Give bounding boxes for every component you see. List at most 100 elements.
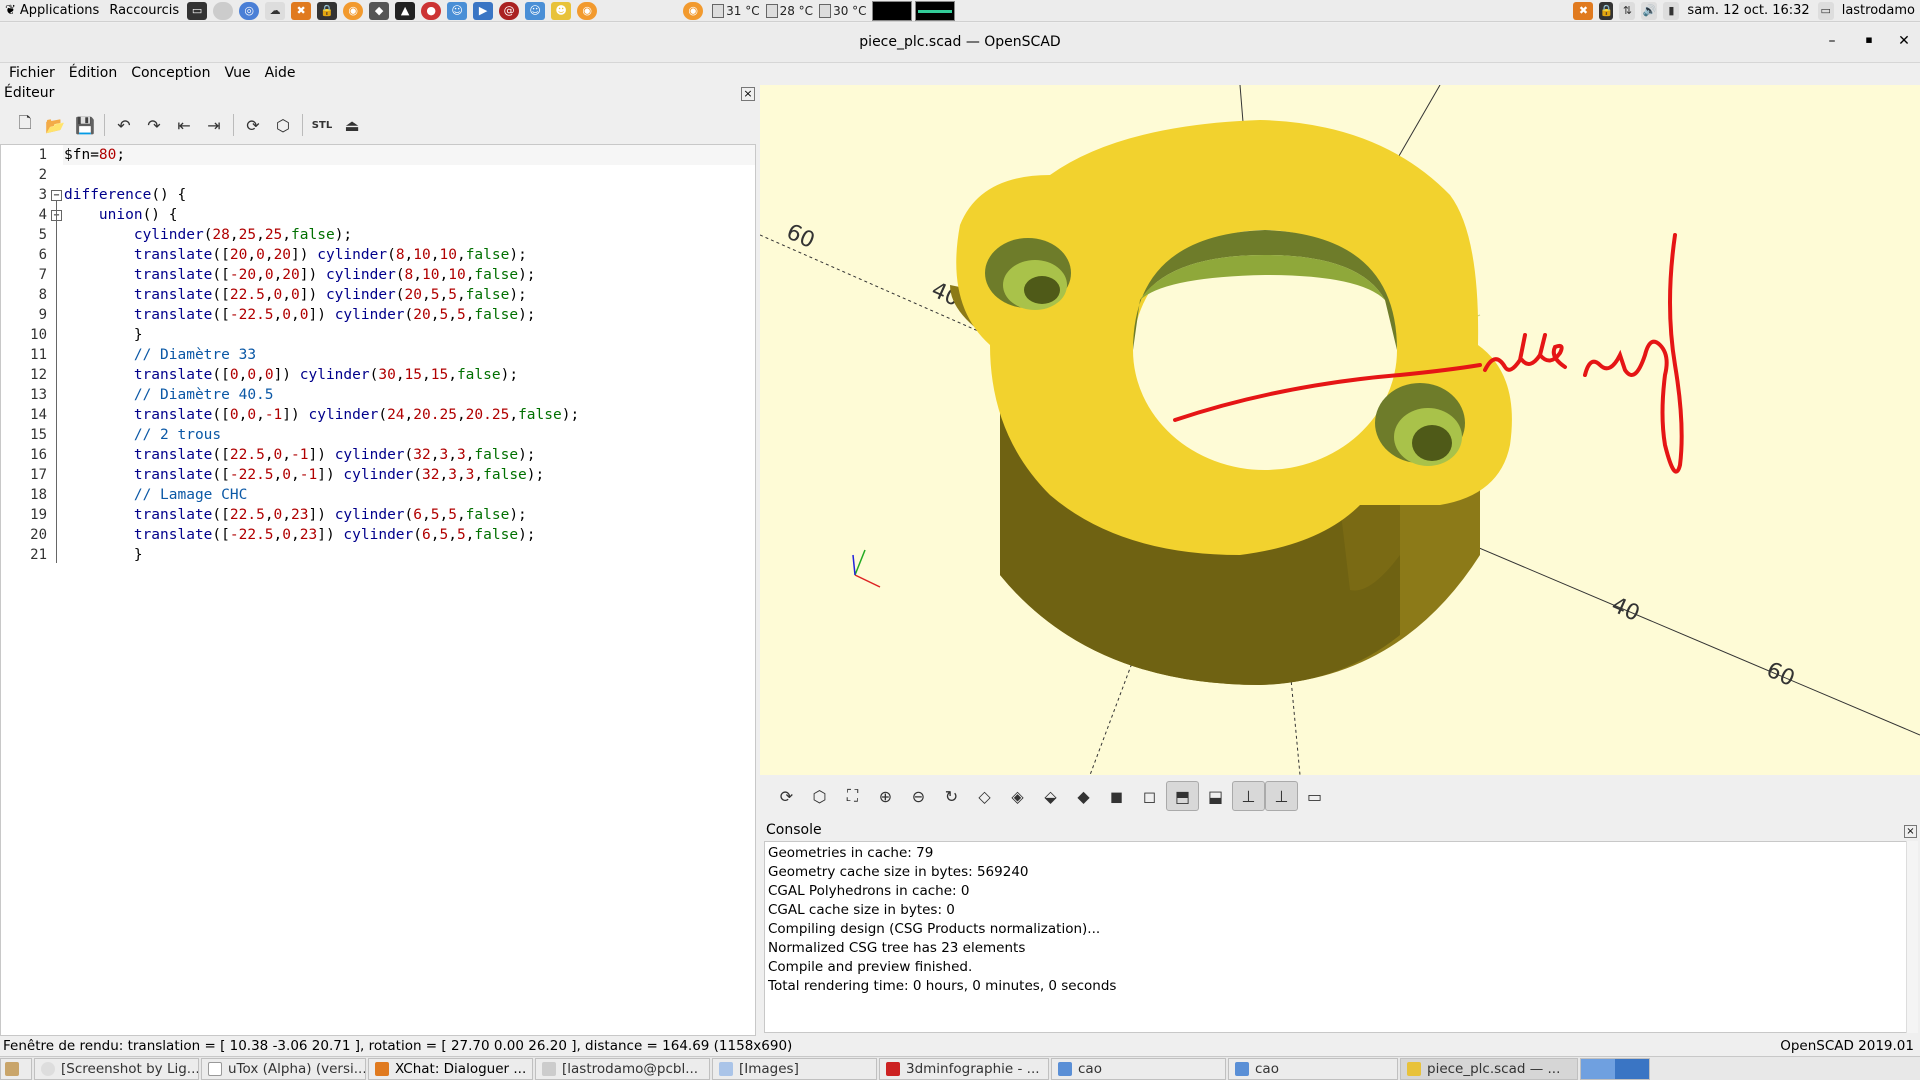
send-print-icon[interactable]: ⏏ [337,112,367,138]
cloud-icon[interactable]: ☁ [265,1,286,20]
battery-icon[interactable]: ▮ [1663,1,1680,20]
code-line[interactable]: translate([0,0,-1]) cylinder(24,20.25,20… [64,405,579,425]
workspace-switcher[interactable] [1580,1057,1650,1080]
lock-icon[interactable]: 🔒 [317,1,338,20]
applications-menu[interactable]: ❦ Applications [0,3,104,18]
open-file-icon[interactable]: 📂 [40,112,70,138]
render-icon[interactable]: ⬡ [268,112,298,138]
task-utox[interactable]: uTox (Alpha) (versi... [201,1057,366,1080]
view-front-icon[interactable]: ◼ [1100,781,1133,811]
task-openscad[interactable]: piece_plc.scad — ... [1400,1057,1578,1080]
show-axes-icon[interactable]: ⊥ [1232,781,1265,811]
debian-icon[interactable]: @ [499,1,520,20]
code-line[interactable]: difference() { [64,185,186,205]
view-right-icon[interactable]: ◇ [968,781,1001,811]
editor-close-button[interactable]: × [741,87,755,101]
show-edges-icon[interactable]: ▭ [1298,781,1331,811]
code-line[interactable]: translate([22.5,0,-1]) cylinder(32,3,3,f… [64,445,536,465]
blender-icon[interactable]: ◉ [343,1,364,20]
media-icon[interactable]: ▶ [473,1,494,20]
task-xchat[interactable]: XChat: Dialoguer ... [368,1057,533,1080]
tray-tools-icon[interactable]: ✖ [1573,1,1594,20]
terminal-icon[interactable]: ▭ [187,1,208,20]
code-line[interactable]: translate([22.5,0,23]) cylinder(6,5,5,fa… [64,505,527,525]
unindent-icon[interactable]: ⇤ [169,112,199,138]
code-line[interactable]: union() { [64,205,178,225]
code-line[interactable]: translate([-22.5,0,23]) cylinder(6,5,5,f… [64,525,536,545]
tools-icon[interactable]: ✖ [291,1,312,20]
menu-conception[interactable]: Conception [122,65,215,81]
code-line[interactable]: // 2 trous [64,425,221,445]
color-icon[interactable]: ● [421,1,442,20]
menu-vue[interactable]: Vue [215,65,255,81]
zoom-out-icon[interactable]: ⊖ [902,781,935,811]
zoom-in-icon[interactable]: ⊕ [869,781,902,811]
disc-icon[interactable] [213,1,234,20]
redo-icon[interactable]: ↷ [139,112,169,138]
show-desktop-button[interactable] [0,1057,32,1080]
task-screenshot[interactable]: [Screenshot by Lig... [34,1057,199,1080]
code-line[interactable]: translate([-20,0,20]) cylinder(8,10,10,f… [64,265,536,285]
gimp-icon[interactable]: ◆ [369,1,390,20]
game-icon[interactable]: ☻ [551,1,572,20]
code-line[interactable]: } [64,325,143,345]
network-icon[interactable]: ⇅ [1619,1,1636,20]
menu-aide[interactable]: Aide [256,65,301,81]
code-line[interactable]: translate([-22.5,0,-1]) cylinder(32,3,3,… [64,465,544,485]
perspective-icon[interactable]: ⬒ [1166,781,1199,811]
task-terminal[interactable]: [lastrodamo@pcbl... [535,1057,710,1080]
task-filezilla[interactable]: 3dminfographie - ... [879,1057,1049,1080]
render-view-icon[interactable]: ⬡ [803,781,836,811]
undo-icon[interactable]: ↶ [109,112,139,138]
render-viewport[interactable]: 60 40 40 20 40 60 [760,85,1920,775]
code-line[interactable]: translate([22.5,0,0]) cylinder(20,5,5,fa… [64,285,527,305]
save-file-icon[interactable]: 💾 [70,112,100,138]
code-line[interactable]: $fn=80; [64,145,125,165]
code-line[interactable]: } [64,545,143,565]
blender2-icon[interactable]: ◉ [577,1,598,20]
inkscape-icon[interactable]: ▲ [395,1,416,20]
code-line[interactable]: cylinder(28,25,25,false); [64,225,352,245]
task-cao-2[interactable]: cao [1228,1057,1398,1080]
window-titlebar[interactable]: piece_plc.scad — OpenSCAD – ▪ ✕ [0,23,1920,63]
shortcuts-menu[interactable]: Raccourcis [104,3,184,18]
tray-lock-icon[interactable]: 🔒 [1599,1,1614,20]
show-scale-icon[interactable]: ⊥ [1265,781,1298,811]
godot-icon[interactable]: ☺ [447,1,468,20]
reset-view-icon[interactable]: ↻ [935,781,968,811]
preview-icon[interactable]: ⟳ [238,112,268,138]
menu-edition[interactable]: Édition [60,65,122,81]
godot2-icon[interactable]: ☺ [525,1,546,20]
volume-icon[interactable]: 🔊 [1641,1,1658,20]
code-line[interactable]: // Diamètre 33 [64,345,256,365]
console-scrollbar[interactable] [1906,841,1918,1033]
new-file-icon[interactable]: 🗋 [10,112,40,138]
minimize-button[interactable]: – [1822,33,1842,49]
fold-toggle[interactable]: − [51,190,62,201]
maximize-button[interactable]: ▪ [1859,33,1879,46]
preview-view-icon[interactable]: ⟳ [770,781,803,811]
export-stl-icon[interactable]: STL [307,112,337,138]
view-back-icon[interactable]: ◻ [1133,781,1166,811]
code-line[interactable]: // Lamage CHC [64,485,248,505]
user-name[interactable]: lastrodamo [1837,3,1920,18]
view-left-icon[interactable]: ◆ [1067,781,1100,811]
code-line[interactable]: translate([20,0,20]) cylinder(8,10,10,fa… [64,245,527,265]
view-all-icon[interactable]: ⛶ [836,781,869,811]
blender3-icon[interactable]: ◉ [683,1,704,20]
task-images[interactable]: [Images] [712,1057,877,1080]
code-line[interactable]: translate([-22.5,0,0]) cylinder(20,5,5,f… [64,305,536,325]
code-line[interactable]: translate([0,0,0]) cylinder(30,15,15,fal… [64,365,518,385]
view-top-icon[interactable]: ◈ [1001,781,1034,811]
browser-icon[interactable]: ◎ [239,1,260,20]
console-close-button[interactable]: × [1904,825,1917,838]
orthogonal-icon[interactable]: ⬓ [1199,781,1232,811]
indent-icon[interactable]: ⇥ [199,112,229,138]
code-editor[interactable]: 123456789101112131415161718192021−− $fn=… [0,144,756,1036]
menu-fichier[interactable]: Fichier [0,65,60,81]
close-window-button[interactable]: ✕ [1894,33,1914,49]
console-output[interactable]: Geometries in cache: 79 Geometry cache si… [764,841,1908,1033]
view-bottom-icon[interactable]: ⬙ [1034,781,1067,811]
clock[interactable]: sam. 12 oct. 16:32 [1682,3,1814,18]
task-cao-1[interactable]: cao [1051,1057,1226,1080]
